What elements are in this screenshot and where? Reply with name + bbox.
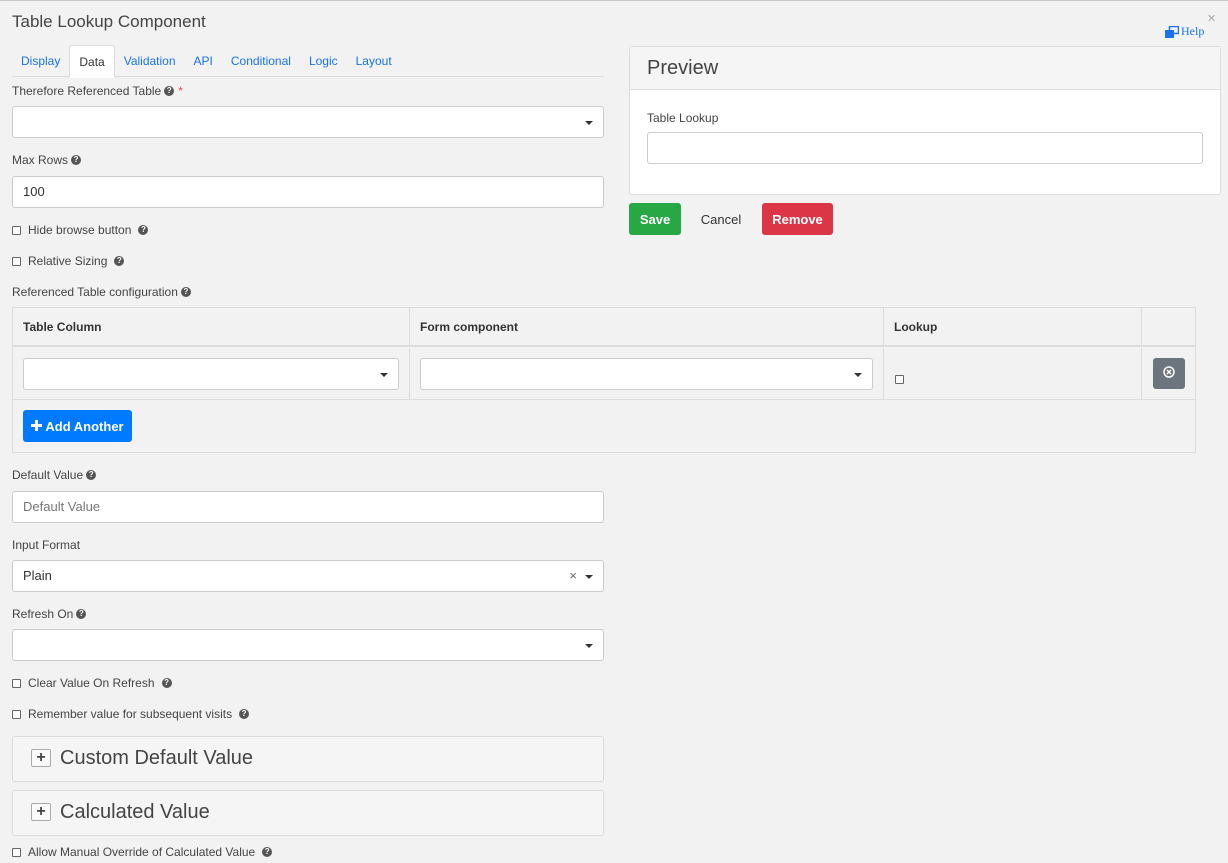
question-icon: ? xyxy=(138,225,149,235)
question-icon: ? xyxy=(161,678,172,688)
refresh-on-select[interactable] xyxy=(12,629,604,661)
custom-default-panel[interactable]: + Custom Default Value xyxy=(12,736,604,782)
external-window-icon xyxy=(1165,25,1179,38)
chevron-down-icon xyxy=(585,644,593,648)
preview-panel: Preview Table Lookup xyxy=(629,46,1221,195)
referenced-table-label: Therefore Referenced Table ? * xyxy=(12,84,183,98)
table-config-grid: Table Column Form component Lookup Add A… xyxy=(12,307,1196,453)
tab-validation[interactable]: Validation xyxy=(115,45,185,77)
tab-layout[interactable]: Layout xyxy=(347,45,401,77)
column-header-form-component: Form component xyxy=(410,308,884,347)
calculated-value-panel[interactable]: + Calculated Value xyxy=(12,790,604,836)
tab-logic[interactable]: Logic xyxy=(300,45,347,77)
clear-on-refresh-option: Clear Value On Refresh ? xyxy=(12,676,172,690)
help-label: Help xyxy=(1181,24,1205,38)
hide-browse-checkbox[interactable] xyxy=(12,225,21,235)
default-value-input[interactable]: Default Value xyxy=(12,491,604,523)
input-format-select[interactable]: Plain × xyxy=(12,560,604,592)
help-link[interactable]: Help xyxy=(1165,24,1204,39)
add-another-button[interactable]: Add Another xyxy=(23,410,132,442)
table-config-label: Referenced Table configuration ? xyxy=(12,285,191,299)
hide-browse-option: Hide browse button ? xyxy=(12,223,149,237)
max-rows-input[interactable]: 100 xyxy=(12,176,604,208)
referenced-table-select[interactable] xyxy=(12,106,604,138)
tab-conditional[interactable]: Conditional xyxy=(222,45,300,77)
chevron-down-icon xyxy=(585,121,593,125)
chevron-down-icon xyxy=(854,373,862,377)
remember-value-checkbox[interactable] xyxy=(12,709,21,719)
plus-icon xyxy=(31,419,43,434)
table-column-select[interactable] xyxy=(23,358,399,390)
tab-display[interactable]: Display xyxy=(12,45,69,77)
question-icon: ? xyxy=(86,470,97,480)
custom-default-title: Custom Default Value xyxy=(60,747,254,769)
preview-field-label: Table Lookup xyxy=(647,111,719,125)
cancel-button[interactable]: Cancel xyxy=(690,203,752,235)
relative-sizing-checkbox[interactable] xyxy=(12,256,21,266)
tab-api[interactable]: API xyxy=(185,45,222,77)
clear-icon[interactable]: × xyxy=(569,561,577,591)
calculated-value-title: Calculated Value xyxy=(60,801,210,823)
form-component-select[interactable] xyxy=(420,358,873,390)
preview-title: Preview xyxy=(630,47,1220,90)
save-button[interactable]: Save xyxy=(629,203,681,235)
manual-override-checkbox[interactable] xyxy=(12,847,21,857)
question-icon: ? xyxy=(114,256,125,266)
table-row-lookup-cell xyxy=(884,348,1142,400)
question-icon: ? xyxy=(76,609,87,619)
question-icon: ? xyxy=(180,287,191,297)
column-header-actions xyxy=(1142,308,1195,347)
component-dialog: Table Lookup Component × Help Display Da… xyxy=(0,0,1228,863)
expand-icon[interactable]: + xyxy=(31,749,51,767)
max-rows-label: Max Rows ? xyxy=(12,153,82,167)
default-value-label: Default Value ? xyxy=(12,468,97,482)
chevron-down-icon xyxy=(380,373,388,377)
question-icon: ? xyxy=(239,709,250,719)
chevron-down-icon xyxy=(585,575,593,579)
close-icon[interactable]: × xyxy=(1207,10,1216,27)
preview-table-lookup-input[interactable] xyxy=(647,132,1203,164)
question-icon: ? xyxy=(71,155,82,165)
question-icon: ? xyxy=(164,86,175,96)
table-row-form-cell xyxy=(410,348,884,400)
lookup-checkbox[interactable] xyxy=(895,375,904,384)
remove-row-button[interactable] xyxy=(1153,358,1185,389)
expand-icon[interactable]: + xyxy=(31,803,51,821)
refresh-on-label: Refresh On ? xyxy=(12,607,87,621)
tab-bar: Display Data Validation API Conditional … xyxy=(12,45,604,78)
manual-override-option: Allow Manual Override of Calculated Valu… xyxy=(12,845,273,859)
table-row xyxy=(13,348,410,400)
question-icon: ? xyxy=(262,847,273,857)
required-marker: * xyxy=(178,84,183,98)
tab-data[interactable]: Data xyxy=(69,45,115,78)
column-header-lookup: Lookup xyxy=(884,308,1142,347)
clear-on-refresh-checkbox[interactable] xyxy=(12,678,21,688)
relative-sizing-option: Relative Sizing ? xyxy=(12,254,125,268)
dialog-title: Table Lookup Component xyxy=(12,12,206,31)
input-format-label: Input Format xyxy=(12,538,81,552)
remove-circle-icon xyxy=(1163,366,1175,381)
remove-button[interactable]: Remove xyxy=(762,203,833,235)
column-header-table-column: Table Column xyxy=(13,308,410,347)
remember-value-option: Remember value for subsequent visits ? xyxy=(12,707,250,721)
